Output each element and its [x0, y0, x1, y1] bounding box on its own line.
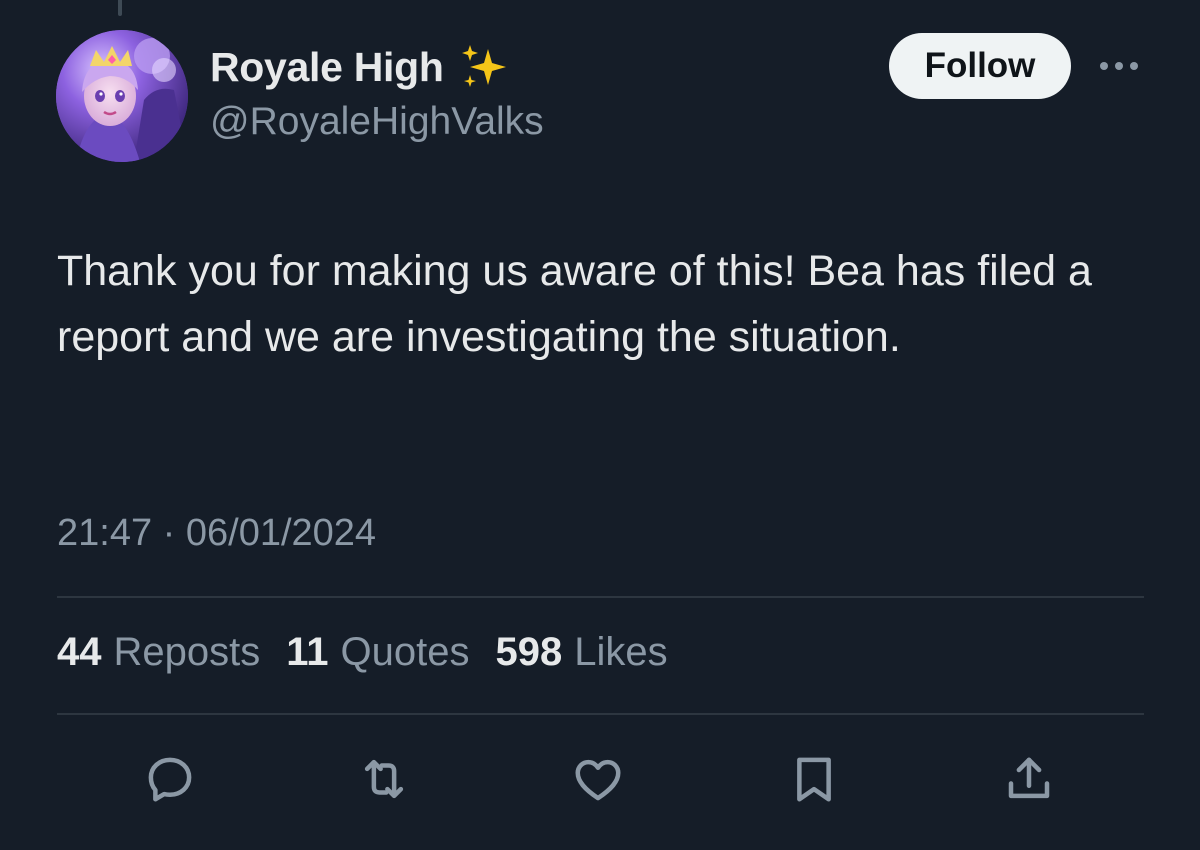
user-handle[interactable]: @RoyaleHighValks — [210, 100, 544, 144]
divider-top — [57, 596, 1144, 598]
reposts-stat[interactable]: 44 Reposts — [57, 630, 260, 675]
likes-stat[interactable]: 598 Likes — [496, 630, 668, 675]
sparkles-icon — [458, 43, 514, 91]
tweet-text: Thank you for making us aware of this! B… — [57, 247, 1092, 361]
reposts-label: Reposts — [113, 630, 261, 674]
share-icon — [1008, 757, 1050, 799]
quotes-count: 11 — [286, 630, 329, 674]
likes-label: Likes — [574, 630, 668, 674]
tweet-page: Royale High @RoyaleHighValks Follow Than… — [0, 0, 1200, 850]
repost-icon — [364, 759, 404, 799]
share-button[interactable] — [1000, 750, 1058, 808]
avatar[interactable] — [56, 30, 188, 162]
bookmark-button[interactable] — [785, 750, 843, 808]
display-name-row: Royale High — [210, 42, 514, 92]
engagement-stats: 44 Reposts 11 Quotes 598 Likes — [57, 630, 694, 675]
divider-bottom — [57, 713, 1144, 715]
reply-button[interactable] — [141, 750, 199, 808]
reposts-count: 44 — [57, 630, 102, 674]
quotes-label: Quotes — [340, 630, 470, 674]
tweet-timestamp[interactable]: 21:47 · 06/01/2024 — [57, 512, 376, 555]
display-name[interactable]: Royale High — [210, 44, 444, 91]
reply-icon — [148, 757, 192, 802]
more-icon[interactable] — [1096, 56, 1142, 76]
bookmark-icon — [797, 757, 831, 802]
like-icon — [575, 759, 621, 801]
quotes-stat[interactable]: 11 Quotes — [286, 630, 469, 675]
thread-line — [118, 0, 122, 16]
avatar-image — [56, 30, 188, 162]
repost-button[interactable] — [355, 750, 413, 808]
likes-count: 598 — [495, 630, 563, 674]
follow-button[interactable]: Follow — [889, 33, 1071, 99]
like-button[interactable] — [569, 750, 627, 808]
